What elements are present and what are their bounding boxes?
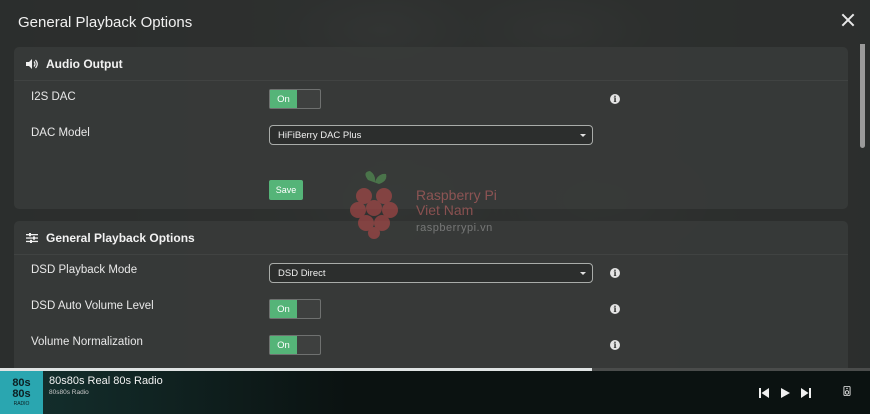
i2s-dac-row: I2S DAC On i [14, 87, 848, 111]
info-icon[interactable]: i [610, 340, 620, 350]
info-icon[interactable]: i [610, 94, 620, 104]
volume-normalization-toggle[interactable]: On [269, 335, 321, 355]
album-art-line2: 80s [12, 388, 31, 400]
toggle-on-label: On [270, 300, 297, 318]
modal-header: General Playback Options [0, 0, 870, 44]
chevron-down-icon [580, 272, 586, 275]
info-icon[interactable]: i [610, 304, 620, 314]
next-icon[interactable] [801, 388, 811, 398]
general-playback-panel: General Playback Options DSD Playback Mo… [14, 221, 848, 368]
dsd-mode-select[interactable]: DSD Direct [269, 263, 593, 283]
i2s-dac-label: I2S DAC [31, 91, 76, 103]
previous-icon[interactable] [759, 388, 769, 398]
modal-title: General Playback Options [18, 13, 193, 31]
watermark-title: Raspberry Pi Viet Nam [416, 188, 497, 218]
watermark-url: raspberrypi.vn [416, 222, 493, 234]
toggle-on-label: On [270, 90, 297, 108]
dsd-auto-volume-row: DSD Auto Volume Level On i [14, 296, 848, 320]
speaker-icon [26, 58, 38, 70]
track-title[interactable]: 80s80s Real 80s Radio [49, 375, 163, 387]
album-art-line3: RADIO [13, 401, 30, 407]
dac-model-label: DAC Model [31, 127, 90, 139]
info-icon[interactable]: i [610, 268, 620, 278]
dsd-auto-volume-toggle[interactable]: On [269, 299, 321, 319]
audio-output-heading: Audio Output [14, 47, 848, 81]
speaker-device-icon[interactable] [842, 386, 852, 396]
watermark-line1: Raspberry Pi [416, 187, 497, 203]
dsd-mode-label: DSD Playback Mode [31, 264, 138, 276]
player-bar: 80s 80s RADIO 80s80s Real 80s Radio 80s8… [0, 371, 870, 414]
raspberry-logo-icon [350, 171, 398, 239]
general-playback-title: General Playback Options [46, 230, 195, 245]
dsd-mode-value: DSD Direct [278, 267, 326, 279]
scrollbar-thumb[interactable] [860, 44, 865, 148]
track-subtitle: 80s80s Radio [49, 389, 89, 396]
play-icon[interactable] [780, 388, 790, 398]
toggle-on-label: On [270, 336, 297, 354]
audio-output-title: Audio Output [46, 56, 123, 71]
album-art[interactable]: 80s 80s RADIO [0, 371, 43, 414]
dsd-auto-volume-label: DSD Auto Volume Level [31, 300, 154, 312]
watermark-line2: Viet Nam [416, 202, 474, 218]
dsd-mode-row: DSD Playback Mode DSD Direct i [14, 260, 848, 284]
dac-model-select[interactable]: HiFiBerry DAC Plus [269, 125, 593, 145]
dac-model-row: DAC Model HiFiBerry DAC Plus [14, 123, 848, 147]
sliders-icon [26, 232, 38, 244]
settings-modal: General Playback Options Audio Output I2… [0, 0, 870, 368]
close-icon[interactable] [840, 12, 856, 28]
chevron-down-icon [580, 134, 586, 137]
i2s-dac-toggle[interactable]: On [269, 89, 321, 109]
volume-normalization-label: Volume Normalization [31, 336, 143, 348]
save-button[interactable]: Save [269, 180, 303, 200]
watermark: Raspberry Pi Viet Nam raspberrypi.vn [346, 170, 526, 240]
volume-normalization-row: Volume Normalization On i [14, 332, 848, 356]
dac-model-value: HiFiBerry DAC Plus [278, 129, 362, 141]
